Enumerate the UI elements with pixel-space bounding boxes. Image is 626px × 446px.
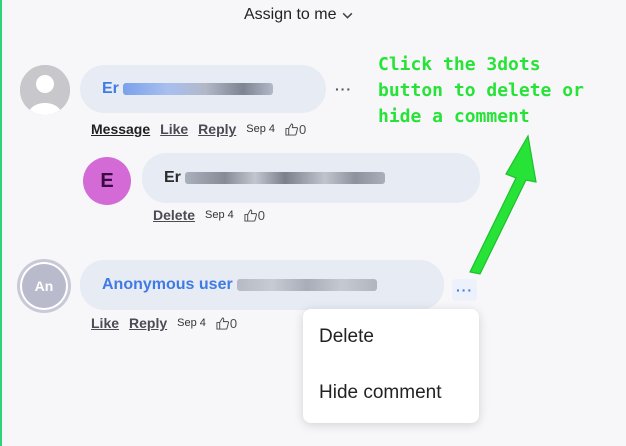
page-left-border xyxy=(0,0,2,446)
comment-timestamp: Sep 4 xyxy=(177,317,206,329)
avatar: E xyxy=(83,157,131,205)
menu-item-delete[interactable]: Delete xyxy=(319,326,374,348)
reply-link[interactable]: Reply xyxy=(129,315,167,331)
chevron-down-icon xyxy=(343,12,353,19)
comment-timestamp: Sep 4 xyxy=(205,209,234,221)
like-link[interactable]: Like xyxy=(160,121,188,137)
more-options-button[interactable]: ··· xyxy=(335,82,352,96)
avatar: An xyxy=(20,262,68,310)
reply-actions: Delete Sep 4 0 xyxy=(153,207,265,223)
message-link[interactable]: Message xyxy=(91,121,150,137)
thumbs-up-icon xyxy=(244,208,257,222)
comment-actions: Message Like Reply Sep 4 0 xyxy=(91,121,306,137)
like-count-value: 0 xyxy=(299,121,307,137)
thumbs-up-icon xyxy=(285,122,298,136)
blurred-reply-text xyxy=(184,172,385,184)
annotation-text: Click the 3dots button to delete or hide… xyxy=(378,54,584,127)
user-placeholder-icon xyxy=(20,65,70,115)
assign-to-me-dropdown[interactable]: Assign to me xyxy=(244,6,354,24)
menu-item-hide-comment[interactable]: Hide comment xyxy=(319,382,442,404)
comment-timestamp: Sep 4 xyxy=(246,123,276,135)
delete-link[interactable]: Delete xyxy=(153,207,195,223)
blurred-comment-text xyxy=(236,279,377,291)
like-count: 0 xyxy=(216,316,237,331)
comment-actions: Like Reply Sep 4 0 xyxy=(91,315,237,331)
like-count-value: 0 xyxy=(257,207,266,223)
reply-author-name[interactable]: Er xyxy=(164,169,181,187)
assign-label: Assign to me xyxy=(244,6,337,23)
like-link[interactable]: Like xyxy=(91,315,119,331)
comment-bubble: Er xyxy=(80,65,326,113)
comment-bubble: Anonymous user xyxy=(80,260,444,310)
blurred-comment-text xyxy=(122,83,273,95)
annotation-arrow-icon xyxy=(469,134,537,275)
comment-author-name[interactable]: Er xyxy=(102,80,119,98)
thumbs-up-icon xyxy=(216,316,229,330)
reply-link[interactable]: Reply xyxy=(198,121,236,137)
comment-context-menu: Delete Hide comment xyxy=(303,309,479,423)
like-count-value: 0 xyxy=(229,315,238,331)
comment-author-name[interactable]: Anonymous user xyxy=(102,276,233,294)
like-count: 0 xyxy=(244,208,265,223)
more-options-button[interactable]: ··· xyxy=(452,279,477,301)
avatar xyxy=(20,65,70,115)
reply-bubble: Er xyxy=(142,153,480,203)
like-count: 0 xyxy=(285,122,306,137)
